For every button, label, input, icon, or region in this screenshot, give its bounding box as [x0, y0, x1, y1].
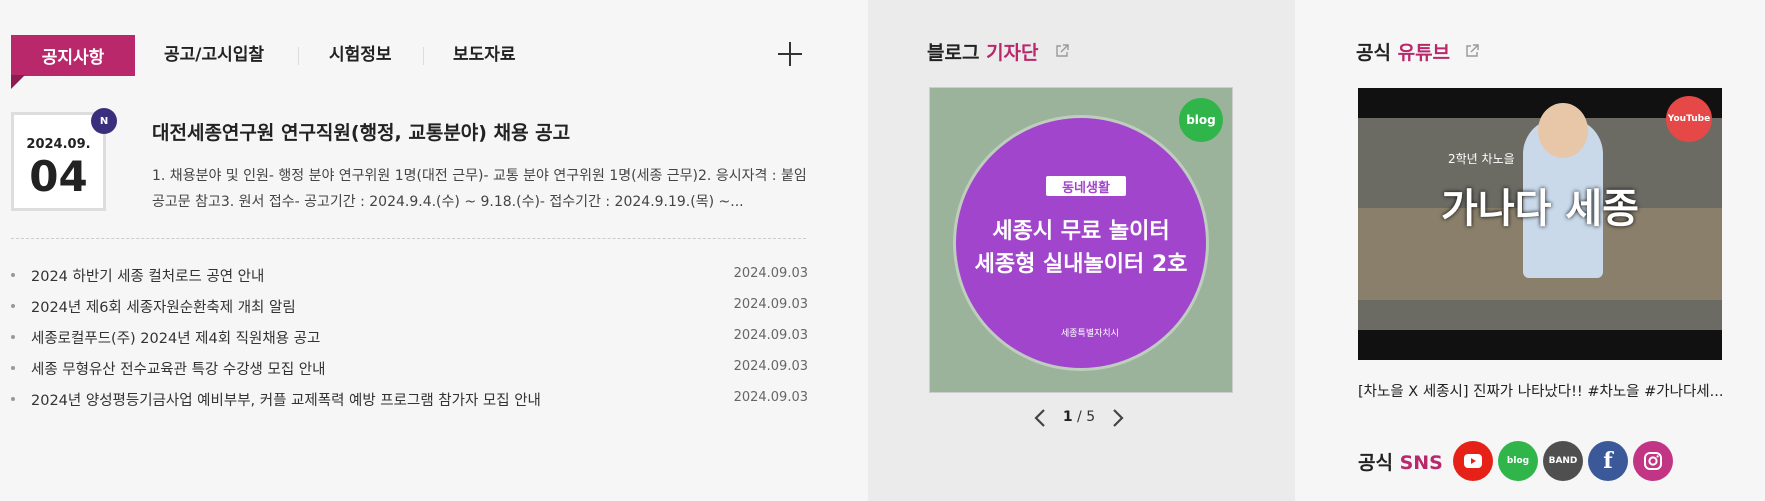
blog-title-prefix: 블로그	[927, 42, 980, 64]
featured-date-day: 04	[29, 152, 88, 201]
list-item-title[interactable]: 2024년 제6회 세종자원순환축제 개최 알림	[31, 296, 296, 317]
list-item-date: 2024.09.03	[733, 359, 808, 374]
bullet-icon	[11, 366, 15, 370]
tab-bidding[interactable]: 공고/고시입찰	[164, 35, 264, 76]
notice-tabs: 공지사항 공고/고시입찰 시험정보 보도자료	[11, 35, 811, 89]
list-item-title[interactable]: 2024년 양성평등기금사업 예비부부, 커플 교제폭력 예방 프로그램 참가자…	[31, 389, 541, 410]
youtube-sns-icon[interactable]	[1453, 441, 1493, 481]
list-item[interactable]: 세종 무형유산 전수교육관 특강 수강생 모집 안내 2024.09.03	[11, 358, 808, 389]
external-link-icon[interactable]	[1055, 44, 1069, 58]
facebook-sns-icon[interactable]: f	[1588, 441, 1628, 481]
sns-section-title: 공식 SNS	[1358, 448, 1443, 475]
video-caption-link[interactable]: [차노을 X 세종시] 진짜가 나타났다!! #차노을 #가나다세...	[1358, 380, 1722, 401]
youtube-title-accent: 유튜브	[1397, 42, 1451, 64]
camera-icon	[1644, 452, 1662, 470]
city-logo: 세종특별자치시	[1061, 329, 1119, 339]
bullet-icon	[11, 335, 15, 339]
blog-pager: 1 / 5	[1031, 405, 1131, 433]
list-item[interactable]: 세종로컬푸드(주) 2024년 제4회 직원채용 공고 2024.09.03	[11, 327, 808, 358]
divider	[11, 238, 806, 239]
list-item-date: 2024.09.03	[733, 266, 808, 281]
tab-divider	[298, 47, 299, 65]
bullet-icon	[11, 397, 15, 401]
video-note-text: 2학년 차노을	[1448, 152, 1515, 166]
featured-date-year-month: 2024.09.	[26, 137, 91, 152]
blog-sns-icon[interactable]: blog	[1498, 441, 1538, 481]
blog-slide-headline: 세종시 무료 놀이터	[992, 219, 1170, 244]
youtube-panel: 공식 유튜브 2학년 차노을 가나다 세종 YouTube [차노을 X 세종시…	[1295, 0, 1765, 501]
more-plus-icon[interactable]	[778, 42, 802, 66]
tab-exam-info[interactable]: 시험정보	[329, 35, 392, 76]
featured-summary: 1. 채용분야 및 인원- 행정 분야 연구위원 1명(대전 근무)- 교통 분…	[152, 168, 807, 210]
list-item-date: 2024.09.03	[733, 328, 808, 343]
blog-logo-icon: blog	[1179, 98, 1223, 142]
blog-slide-tag: 동네생활	[1046, 176, 1126, 196]
youtube-title-prefix: 공식	[1356, 42, 1391, 64]
blog-slide-image[interactable]: 동네생활 세종시 무료 놀이터 세종형 실내놀이터 2호 blog 세종특별자치…	[929, 87, 1233, 393]
pager-total: 5	[1086, 409, 1096, 425]
new-badge: N	[91, 108, 117, 134]
band-sns-icon[interactable]: BAND	[1543, 441, 1583, 481]
video-thumbnail[interactable]: 2학년 차노을 가나다 세종 YouTube	[1358, 88, 1722, 360]
notice-panel: 공지사항 공고/고시입찰 시험정보 보도자료 2024.09. 04 N 대전세…	[0, 0, 868, 501]
video-person-head	[1538, 103, 1588, 158]
instagram-sns-icon[interactable]	[1633, 441, 1673, 481]
notice-list: 2024 하반기 세종 컬처로드 공연 안내 2024.09.03 2024년 …	[11, 265, 808, 420]
list-item-date: 2024.09.03	[733, 390, 808, 405]
tab-press-release[interactable]: 보도자료	[453, 35, 516, 76]
tab-active-tail	[11, 75, 25, 89]
list-item-title[interactable]: 세종 무형유산 전수교육관 특강 수강생 모집 안내	[31, 358, 325, 379]
list-item-title[interactable]: 2024 하반기 세종 컬처로드 공연 안내	[31, 265, 264, 286]
list-item-date: 2024.09.03	[733, 297, 808, 312]
youtube-section-title: 공식 유튜브	[1356, 38, 1450, 65]
chevron-left-icon[interactable]	[1031, 407, 1051, 429]
pager-status: 1 / 5	[1059, 409, 1099, 425]
video-overlay-title: 가나다 세종	[1441, 186, 1639, 232]
list-item[interactable]: 2024년 제6회 세종자원순환축제 개최 알림 2024.09.03	[11, 296, 808, 327]
blog-slide-subheadline: 세종형 실내놀이터 2호	[974, 252, 1188, 277]
list-item[interactable]: 2024년 양성평등기금사업 예비부부, 커플 교제폭력 예방 프로그램 참가자…	[11, 389, 808, 420]
tab-divider	[423, 47, 424, 65]
blog-title-accent: 기자단	[986, 42, 1039, 64]
sns-title-accent: SNS	[1399, 452, 1443, 474]
list-item-title[interactable]: 세종로컬푸드(주) 2024년 제4회 직원채용 공고	[31, 327, 320, 348]
youtube-logo-icon: YouTube	[1666, 96, 1712, 142]
chevron-right-icon[interactable]	[1107, 407, 1127, 429]
play-icon	[1464, 454, 1482, 468]
tab-notice[interactable]: 공지사항	[11, 35, 135, 76]
blog-panel: 블로그 기자단 동네생활 세종시 무료 놀이터 세종형 실내놀이터 2호 blo…	[868, 0, 1295, 501]
blog-section-title: 블로그 기자단	[927, 38, 1039, 65]
pager-separator: /	[1077, 409, 1082, 425]
featured-title-link[interactable]: 대전세종연구원 연구직원(행정, 교통분야) 채용 공고	[152, 118, 570, 145]
bullet-icon	[11, 304, 15, 308]
list-item[interactable]: 2024 하반기 세종 컬처로드 공연 안내 2024.09.03	[11, 265, 808, 296]
external-link-icon[interactable]	[1465, 44, 1479, 58]
pager-current: 1	[1062, 409, 1073, 425]
bullet-icon	[11, 273, 15, 277]
sns-title-prefix: 공식	[1358, 452, 1393, 474]
